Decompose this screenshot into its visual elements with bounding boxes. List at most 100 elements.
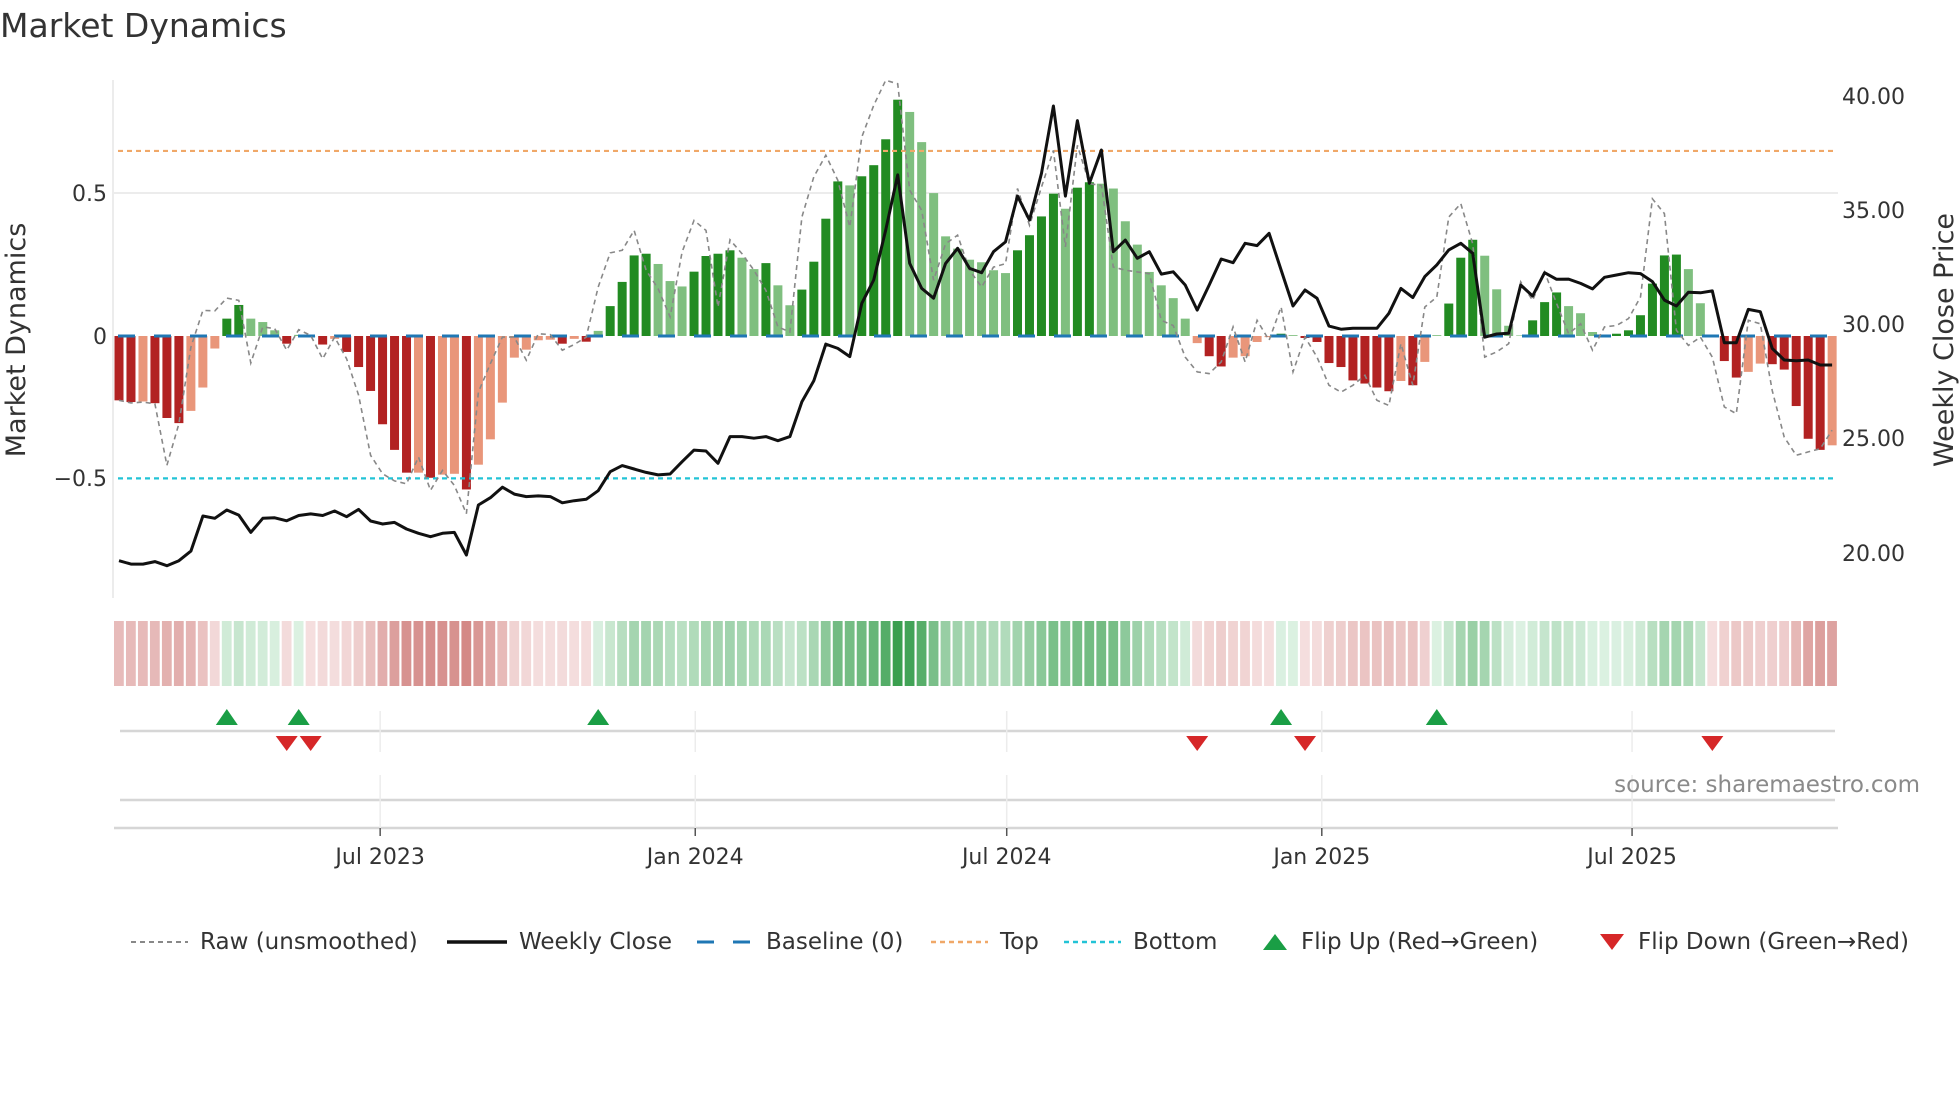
heat-cell bbox=[677, 621, 687, 686]
bar-positive bbox=[234, 304, 244, 336]
bar-negative bbox=[1252, 336, 1262, 342]
heat-cell bbox=[856, 621, 867, 686]
y-right-tick-label: 20.00 bbox=[1842, 542, 1905, 567]
bar-negative bbox=[437, 336, 447, 475]
flip-up-marker bbox=[215, 709, 238, 725]
heat-cell bbox=[581, 621, 592, 686]
heat-cell bbox=[1288, 621, 1298, 686]
bar-negative bbox=[509, 336, 519, 358]
bar-negative bbox=[1228, 336, 1238, 358]
heat-cell bbox=[1611, 621, 1622, 686]
bar-positive bbox=[833, 181, 843, 336]
source-credit: source: sharemaestro.com bbox=[1614, 772, 1920, 798]
bar-positive bbox=[1108, 188, 1118, 336]
heat-cell bbox=[952, 621, 963, 686]
flip-down-marker bbox=[299, 736, 322, 751]
flip-down-marker bbox=[1701, 736, 1724, 751]
flip-up-marker bbox=[587, 709, 610, 725]
heat-cell bbox=[1623, 621, 1634, 686]
bar-negative bbox=[1372, 336, 1382, 388]
heat-cell bbox=[1467, 621, 1478, 686]
bar-positive bbox=[677, 286, 687, 336]
heat-cell bbox=[1743, 621, 1754, 686]
heat-cell bbox=[137, 621, 148, 686]
bar-positive bbox=[605, 306, 615, 336]
heat-cell bbox=[377, 621, 388, 686]
heat-cell bbox=[1192, 621, 1202, 686]
bar-positive bbox=[1288, 335, 1298, 336]
bar-positive bbox=[1060, 208, 1070, 336]
heat-cell bbox=[820, 621, 831, 686]
heat-cell bbox=[449, 621, 460, 686]
bar-negative bbox=[461, 336, 471, 490]
heat-cell bbox=[173, 621, 184, 686]
bar-negative bbox=[1743, 336, 1753, 372]
legend-item-flip-down: Flip Down (Green→Red) bbox=[1598, 922, 1909, 962]
bar-negative bbox=[425, 336, 435, 478]
bar-negative bbox=[1815, 336, 1825, 450]
heat-cell bbox=[257, 621, 268, 686]
heat-cell bbox=[125, 621, 136, 686]
bar-positive bbox=[1168, 298, 1178, 336]
heat-cell bbox=[1527, 621, 1538, 686]
heat-cell bbox=[772, 621, 783, 686]
heat-cell bbox=[689, 621, 699, 686]
heat-cell bbox=[569, 621, 580, 686]
heat-cell bbox=[1180, 621, 1191, 686]
dashed-line-icon bbox=[697, 940, 754, 944]
legend-item-baseline: Baseline (0) bbox=[697, 922, 903, 962]
heat-cell bbox=[1036, 621, 1047, 686]
bar-positive bbox=[1072, 187, 1082, 336]
bar-negative bbox=[1384, 336, 1394, 392]
heat-cell bbox=[1491, 621, 1502, 686]
bar-negative bbox=[366, 336, 376, 391]
bar-positive bbox=[725, 250, 735, 336]
heat-cell bbox=[365, 621, 376, 686]
heat-cell bbox=[904, 621, 915, 686]
legend-item-close: Weekly Close bbox=[447, 922, 672, 962]
y-right-tick-label: 25.00 bbox=[1842, 427, 1905, 452]
dashed-line-icon bbox=[131, 941, 188, 943]
bar-positive bbox=[1456, 257, 1466, 336]
bar-negative bbox=[210, 336, 220, 349]
heat-cell bbox=[1264, 621, 1274, 686]
heat-cell bbox=[964, 621, 975, 686]
heat-cell bbox=[114, 621, 124, 686]
bar-positive bbox=[701, 255, 711, 336]
bar-negative bbox=[198, 336, 208, 388]
bar-positive bbox=[1156, 285, 1166, 336]
legend-label: Raw (unsmoothed) bbox=[200, 929, 418, 955]
heat-cell bbox=[1276, 621, 1286, 686]
flip-down-marker bbox=[275, 736, 298, 751]
flip-down-marker bbox=[1294, 736, 1317, 751]
bar-negative bbox=[282, 336, 292, 344]
heat-cell bbox=[533, 621, 544, 686]
heat-cell bbox=[868, 621, 879, 686]
heat-cell bbox=[161, 621, 172, 686]
heat-cell bbox=[784, 621, 795, 686]
heat-cell bbox=[808, 621, 819, 686]
raw-unsmoothed-line bbox=[118, 79, 1833, 515]
heat-cell bbox=[401, 621, 412, 686]
heat-cell bbox=[1731, 621, 1742, 686]
y-right-axis-label: Weekly Close Price bbox=[1929, 213, 1960, 467]
bar-positive bbox=[917, 142, 927, 336]
bar-negative bbox=[138, 336, 148, 402]
bar-negative bbox=[414, 336, 423, 473]
y-axis-label: Market Dynamics bbox=[1, 223, 32, 458]
heat-cell bbox=[1383, 621, 1394, 686]
heat-cell bbox=[1335, 621, 1346, 686]
heat-cell bbox=[305, 621, 316, 686]
heat-cell bbox=[1659, 621, 1670, 686]
legend-label: Flip Up (Red→Green) bbox=[1301, 929, 1539, 955]
heat-cell bbox=[1419, 621, 1430, 686]
bar-positive bbox=[1683, 269, 1693, 336]
bar-negative bbox=[521, 336, 531, 350]
heat-cell bbox=[701, 621, 711, 686]
x-tick-label: Jan 2025 bbox=[1271, 845, 1370, 870]
heat-cell bbox=[1359, 621, 1370, 686]
heat-cell bbox=[1503, 621, 1514, 686]
heat-cell bbox=[1587, 621, 1598, 686]
bar-positive bbox=[1001, 273, 1011, 336]
bar-positive bbox=[1612, 333, 1621, 336]
